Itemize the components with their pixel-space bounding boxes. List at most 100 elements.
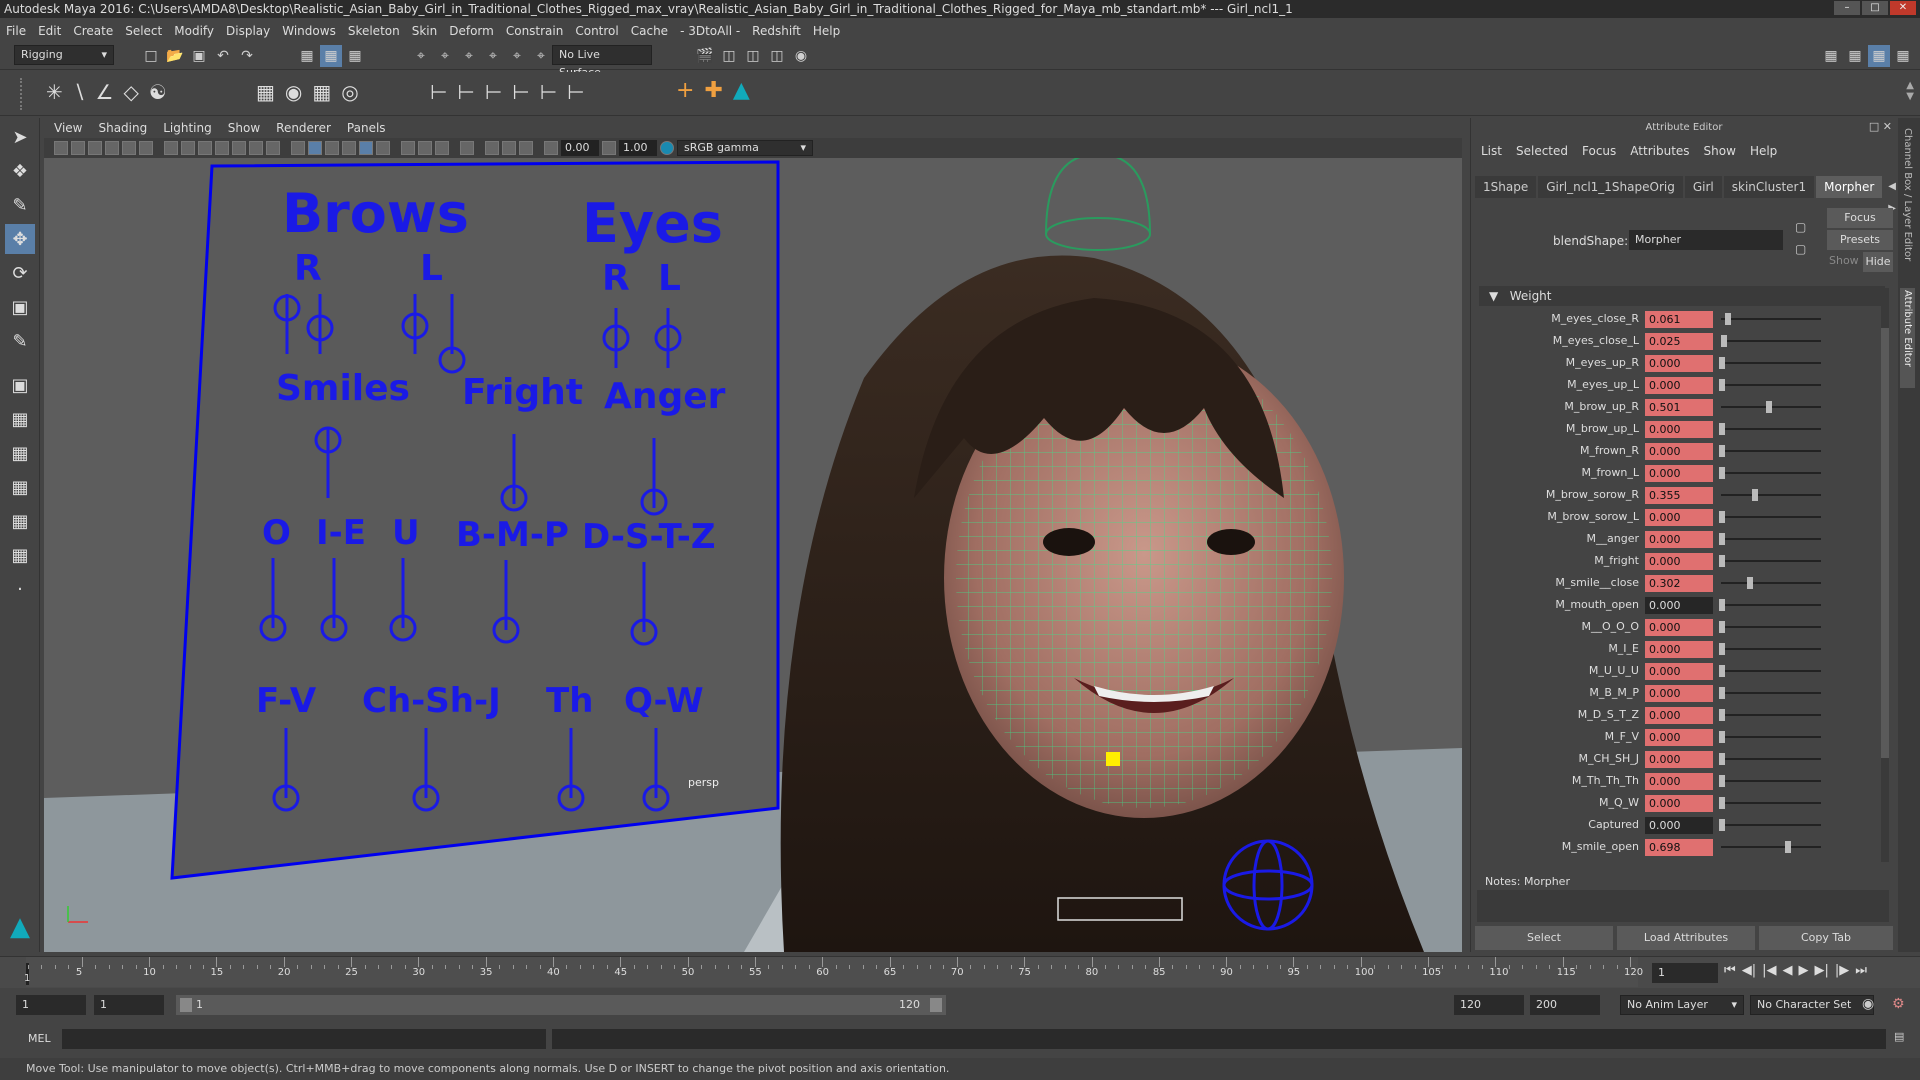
exposure-icon[interactable] — [544, 141, 558, 155]
gamma-icon[interactable] — [602, 141, 616, 155]
panel-menu-show[interactable]: Show — [228, 121, 260, 135]
shadows-icon[interactable] — [376, 141, 390, 155]
weight-value-field[interactable]: 0.000 — [1645, 531, 1713, 548]
render-settings-icon[interactable]: ◫ — [766, 45, 788, 67]
weight-value-field[interactable]: 0.000 — [1645, 465, 1713, 482]
anim-layer-dropdown[interactable]: No Anim Layer ▾ — [1620, 995, 1744, 1015]
tab-scroll-icon[interactable]: ◀ ▶ — [1888, 176, 1896, 214]
menu-redshift[interactable]: Redshift — [752, 24, 801, 38]
character-set-dropdown[interactable]: No Character Set — [1750, 995, 1874, 1015]
live-surface-field[interactable]: No Live Surface — [552, 45, 652, 79]
tab-shapeorig[interactable]: Girl_ncl1_1ShapeOrig — [1538, 176, 1683, 198]
hide-button[interactable]: Hide — [1863, 252, 1893, 272]
image-plane-icon[interactable] — [105, 141, 119, 155]
panel-menu-panels[interactable]: Panels — [347, 121, 386, 135]
modeling-toolkit-icon[interactable]: ▦ — [1820, 45, 1842, 67]
weight-slider-handle[interactable] — [1719, 599, 1725, 611]
playback-start-field[interactable]: 1 — [94, 995, 164, 1015]
panel-menu-view[interactable]: View — [54, 121, 82, 135]
step-forward-key-icon[interactable]: |▶ — [1835, 963, 1849, 978]
weight-value-field[interactable]: 0.000 — [1645, 553, 1713, 570]
weight-value-field[interactable]: 0.000 — [1645, 751, 1713, 768]
grease-pencil-icon[interactable] — [139, 141, 153, 155]
snap-live-icon[interactable]: ⌖ — [530, 45, 552, 67]
weight-slider-track[interactable] — [1721, 560, 1821, 562]
ipr-render-icon[interactable]: ◫ — [742, 45, 764, 67]
minimize-button[interactable]: – — [1834, 1, 1860, 15]
rotate-tool-icon[interactable]: ⟳ — [5, 258, 35, 288]
hypershade-icon[interactable]: ◉ — [790, 45, 812, 67]
weight-slider-track[interactable] — [1721, 538, 1821, 540]
view-transform-dropdown[interactable]: sRGB gamma ▾ — [677, 140, 813, 156]
weight-slider-track[interactable] — [1721, 758, 1821, 760]
notes-field[interactable] — [1477, 890, 1889, 922]
weight-slider-track[interactable] — [1721, 362, 1821, 364]
multisample-icon[interactable] — [435, 141, 449, 155]
weight-slider-handle[interactable] — [1719, 511, 1725, 523]
snap-surface-icon[interactable]: ⌖ — [506, 45, 528, 67]
weight-slider-track[interactable] — [1721, 604, 1821, 606]
aim-constraint-icon[interactable]: ⊢ — [457, 80, 474, 104]
maximize-button[interactable]: □ — [1862, 1, 1888, 15]
weight-value-field[interactable]: 0.698 — [1645, 839, 1713, 856]
textured-icon[interactable] — [342, 141, 356, 155]
weight-slider-track[interactable] — [1721, 714, 1821, 716]
menu-help[interactable]: Help — [813, 24, 840, 38]
persp-outliner-icon[interactable]: ▦ — [5, 438, 35, 468]
weight-slider-track[interactable] — [1721, 780, 1821, 782]
weight-value-field[interactable]: 0.061 — [1645, 311, 1713, 328]
weight-slider-track[interactable] — [1721, 692, 1821, 694]
menu-windows[interactable]: Windows — [282, 24, 336, 38]
weight-slider-handle[interactable] — [1719, 665, 1725, 677]
presets-button[interactable]: Presets — [1827, 230, 1893, 250]
weight-value-field[interactable]: 0.000 — [1645, 619, 1713, 636]
weight-slider-track[interactable] — [1721, 318, 1821, 320]
bookmark-icon[interactable] — [88, 141, 102, 155]
weight-slider-handle[interactable] — [1719, 643, 1725, 655]
select-node-icon[interactable]: ▢ — [1795, 220, 1806, 234]
outliner-layout-icon[interactable]: ▦ — [5, 540, 35, 570]
hypershade-layout-icon[interactable]: ▦ — [5, 506, 35, 536]
lasso-tool-icon[interactable]: ❖ — [5, 156, 35, 186]
weight-slider-track[interactable] — [1721, 582, 1821, 584]
snap-point-icon[interactable]: ⌖ — [458, 45, 480, 67]
four-view-icon[interactable]: ▦ — [5, 404, 35, 434]
weight-slider-handle[interactable] — [1719, 775, 1725, 787]
maya-logo-icon[interactable]: ▲ — [733, 78, 750, 103]
ae-menu-attributes[interactable]: Attributes — [1630, 144, 1689, 158]
weight-slider-track[interactable] — [1721, 340, 1821, 342]
open-scene-icon[interactable]: 📂 — [164, 45, 186, 67]
last-tool-icon[interactable]: ✎ — [5, 326, 35, 356]
gamma-field[interactable]: 1.00 — [619, 140, 657, 156]
weight-slider-track[interactable] — [1721, 384, 1821, 386]
range-slider[interactable]: 1 120 — [176, 995, 946, 1015]
weight-slider-handle[interactable] — [1752, 489, 1759, 501]
weight-value-field[interactable]: 0.000 — [1645, 421, 1713, 438]
paint-weights-icon[interactable]: ◉ — [285, 80, 302, 104]
weight-slider-track[interactable] — [1721, 736, 1821, 738]
weight-slider-handle[interactable] — [1719, 687, 1725, 699]
step-back-frame-icon[interactable]: |◀ — [1762, 963, 1776, 978]
menu-deform[interactable]: Deform — [449, 24, 494, 38]
menu-skeleton[interactable]: Skeleton — [348, 24, 400, 38]
ae-menu-selected[interactable]: Selected — [1516, 144, 1568, 158]
weight-slider-handle[interactable] — [1719, 423, 1725, 435]
weight-slider-track[interactable] — [1721, 494, 1821, 496]
weight-value-field[interactable]: 0.000 — [1645, 509, 1713, 526]
ae-float-close-icon[interactable]: □ ✕ — [1869, 120, 1892, 133]
weight-slider-handle[interactable] — [1719, 797, 1725, 809]
menu-select[interactable]: Select — [125, 24, 162, 38]
weight-slider-handle[interactable] — [1719, 621, 1725, 633]
weight-slider-track[interactable] — [1721, 648, 1821, 650]
blendshape-name-field[interactable]: Morpher — [1629, 230, 1783, 250]
tool-settings-icon[interactable]: ▦ — [1892, 45, 1914, 67]
step-back-key-icon[interactable]: ◀| — [1742, 963, 1756, 978]
weight-slider-track[interactable] — [1721, 846, 1821, 848]
menuset-dropdown[interactable]: Rigging ▾ — [14, 45, 114, 65]
weight-slider-handle[interactable] — [1719, 753, 1725, 765]
xray-icon[interactable] — [485, 141, 499, 155]
ik-spline-icon[interactable]: ∠ — [96, 80, 114, 104]
menu-file[interactable]: File — [6, 24, 26, 38]
menu-create[interactable]: Create — [73, 24, 113, 38]
anim-prefs-icon[interactable]: ⚙ — [1892, 996, 1905, 1012]
